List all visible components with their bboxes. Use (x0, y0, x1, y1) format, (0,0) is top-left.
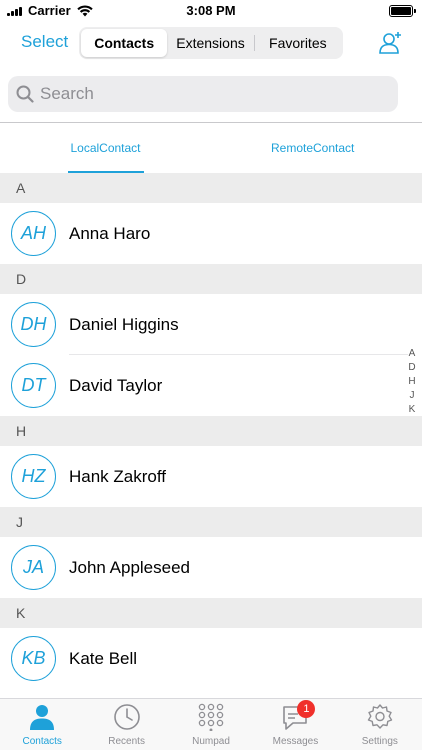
index-letter[interactable]: H (408, 375, 415, 389)
index-letter[interactable]: J (410, 389, 415, 403)
tab-messages[interactable]: 1 Messages (253, 699, 337, 750)
tab-label: Recents (108, 736, 145, 747)
search-bar (0, 66, 422, 123)
status-time: 3:08 PM (186, 3, 236, 18)
avatar: JA (11, 545, 56, 590)
section-header-d: D (0, 264, 422, 294)
select-button[interactable]: Select (21, 32, 68, 52)
contact-name: John Appleseed (69, 557, 190, 577)
contact-name: Kate Bell (69, 648, 138, 668)
section-header-j: J (0, 507, 422, 537)
contact-name: Daniel Higgins (69, 314, 179, 334)
contact-name: Hank Zakroff (69, 466, 167, 486)
unread-badge: 1 (297, 700, 316, 718)
search-icon (16, 85, 34, 103)
segmented-control: Contacts Extensions Favorites (79, 27, 343, 59)
avatar: AH (11, 211, 56, 256)
section-header-h: H (0, 416, 422, 446)
contact-row[interactable]: HZ Hank Zakroff (0, 446, 422, 507)
add-contact-icon[interactable] (378, 30, 404, 56)
tab-local-contact[interactable]: LocalContact (0, 123, 211, 173)
search-input[interactable] (40, 84, 380, 104)
segment-extensions[interactable]: Extensions (167, 29, 253, 57)
section-header-a: A (0, 173, 422, 203)
section-header-k: K (0, 598, 422, 628)
clock-icon (113, 704, 140, 730)
contact-name: Anna Haro (69, 223, 151, 243)
tab-label: Messages (272, 736, 319, 747)
tab-contacts[interactable]: Contacts (0, 699, 84, 750)
index-letter[interactable]: K (409, 403, 416, 417)
contact-row[interactable]: DT David Taylor (0, 355, 422, 416)
contact-source-tabs: LocalContact RemoteContact (0, 123, 422, 173)
keypad-icon (198, 703, 224, 731)
avatar: DT (11, 363, 56, 408)
tab-label: Settings (361, 736, 398, 747)
segment-favorites[interactable]: Favorites (255, 29, 341, 57)
tab-label: Contacts (22, 736, 62, 747)
status-bar: Carrier 3:08 PM (0, 0, 422, 22)
contact-row[interactable]: KB Kate Bell (0, 628, 422, 689)
tab-numpad[interactable]: Numpad (169, 699, 253, 750)
contact-name: David Taylor (69, 375, 163, 395)
contact-row[interactable]: JA John Appleseed (0, 537, 422, 598)
avatar: DH (11, 302, 56, 347)
index-letter[interactable]: D (408, 361, 415, 375)
tab-label: Numpad (192, 736, 230, 747)
nav-bar: Select Contacts Extensions Favorites (0, 22, 422, 66)
contact-row[interactable]: AH Anna Haro (0, 203, 422, 264)
search-field-container[interactable] (8, 76, 398, 112)
gear-icon (367, 704, 393, 729)
battery-icon (389, 5, 416, 17)
tab-bar: Contacts Recents Numpad 1 Messages Setti… (0, 698, 422, 750)
contact-row[interactable]: DH Daniel Higgins (0, 294, 422, 355)
index-letter[interactable]: A (409, 347, 416, 361)
person-icon (30, 705, 55, 730)
tab-remote-contact[interactable]: RemoteContact (211, 123, 422, 173)
avatar: KB (11, 636, 56, 681)
tab-settings[interactable]: Settings (338, 699, 422, 750)
contact-list: A AH Anna Haro D DH Daniel Higgins DT Da… (0, 173, 422, 689)
tab-recents[interactable]: Recents (84, 699, 168, 750)
section-index[interactable]: A D H J K (405, 347, 419, 417)
segment-contacts[interactable]: Contacts (81, 29, 168, 57)
avatar: HZ (11, 454, 56, 499)
